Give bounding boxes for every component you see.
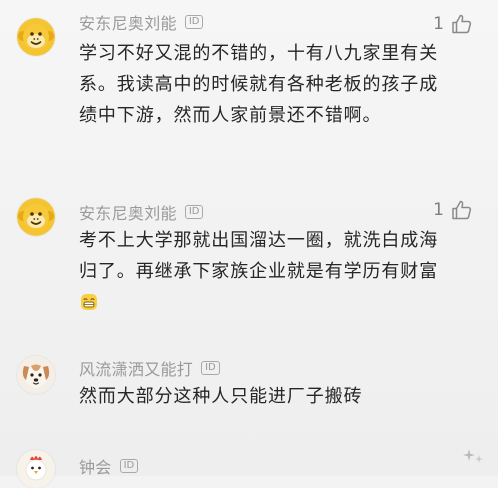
monkey-avatar-icon (17, 18, 55, 56)
username[interactable]: 钟会 (79, 454, 112, 478)
id-badge: ID (184, 15, 204, 29)
comment-header: 安东尼奥刘能 ID (79, 10, 204, 34)
chicken-avatar[interactable] (17, 450, 55, 488)
comment-text: 考不上大学那就出国溜达一圈，就洗白成海归了。再继承下家族企业就是有学历有财富 (79, 225, 439, 321)
id-badge: ID (201, 361, 220, 375)
comment-header: 钟会 ID (79, 454, 139, 478)
like-count: 1 (433, 14, 444, 34)
like-button[interactable]: 1 (433, 197, 474, 223)
puppy-avatar[interactable] (17, 356, 55, 394)
grin-face-emoji (80, 290, 98, 321)
thumbs-up-icon[interactable] (450, 12, 474, 36)
comment-header: 安东尼奥刘能 ID (79, 200, 204, 224)
id-badge: ID (184, 205, 204, 219)
monkey-avatar-icon (17, 198, 55, 236)
yellow-monkey-avatar[interactable] (17, 198, 55, 236)
comment-text: 然而大部分这种人只能进厂子搬砖 (79, 386, 363, 407)
username[interactable]: 安东尼奥刘能 (79, 10, 177, 34)
chicken-avatar-icon (17, 450, 55, 488)
username[interactable]: 安东尼奥刘能 (79, 200, 177, 224)
comment-text: 学习不好又混的不错的，十有八九家里有关系。我读高中的时候就有各种老板的孩子成绩中… (79, 43, 439, 126)
sparkle-watermark-icon (463, 449, 483, 463)
comment-header: 风流潇洒又能打 ID (79, 357, 220, 379)
puppy-avatar-icon (17, 356, 55, 394)
comment-feed: 安东尼奥刘能 ID 1 学习不好又混的不错的，十有八九家里有关系。我读高中的时候… (0, 0, 498, 488)
thumbs-up-icon[interactable] (450, 198, 474, 222)
like-button[interactable]: 1 (433, 11, 474, 37)
yellow-monkey-avatar[interactable] (17, 18, 55, 56)
comment-text-body: 考不上大学那就出国溜达一圈，就洗白成海归了。再继承下家族企业就是有学历有财富 (79, 230, 439, 282)
username[interactable]: 风流潇洒又能打 (79, 356, 193, 380)
like-count: 1 (433, 200, 444, 220)
grin-face-icon (81, 294, 97, 310)
id-badge: ID (119, 459, 139, 473)
